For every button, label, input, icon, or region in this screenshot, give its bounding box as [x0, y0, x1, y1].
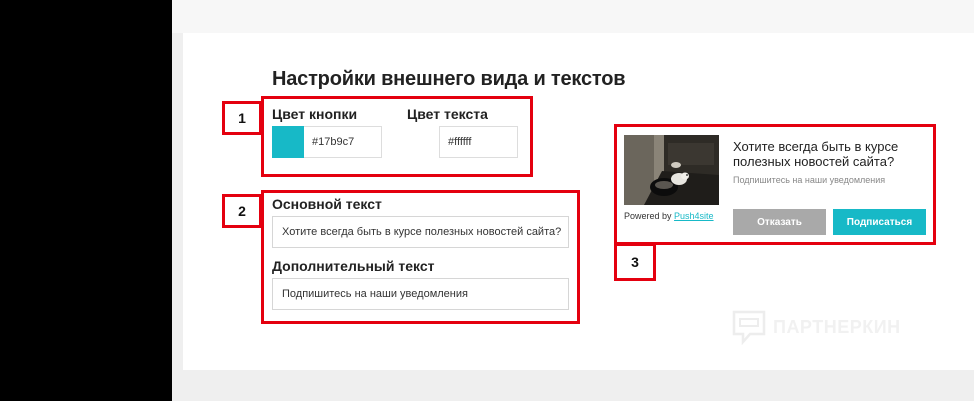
left-black-strip — [0, 0, 172, 401]
annotation-number-1: 1 — [222, 101, 262, 135]
annotation-number-3: 3 — [614, 243, 656, 281]
annotation-box-2 — [261, 190, 580, 324]
top-background — [172, 0, 974, 33]
page-title: Настройки внешнего вида и текстов — [272, 68, 626, 90]
chat-bubble-icon — [732, 310, 766, 345]
annotation-box-3 — [614, 124, 936, 245]
annotation-box-1 — [261, 96, 533, 177]
watermark-text: ПАРТНЕРКИН — [773, 316, 901, 337]
annotation-number-2: 2 — [222, 194, 262, 228]
watermark: ПАРТНЕРКИН — [731, 309, 901, 345]
